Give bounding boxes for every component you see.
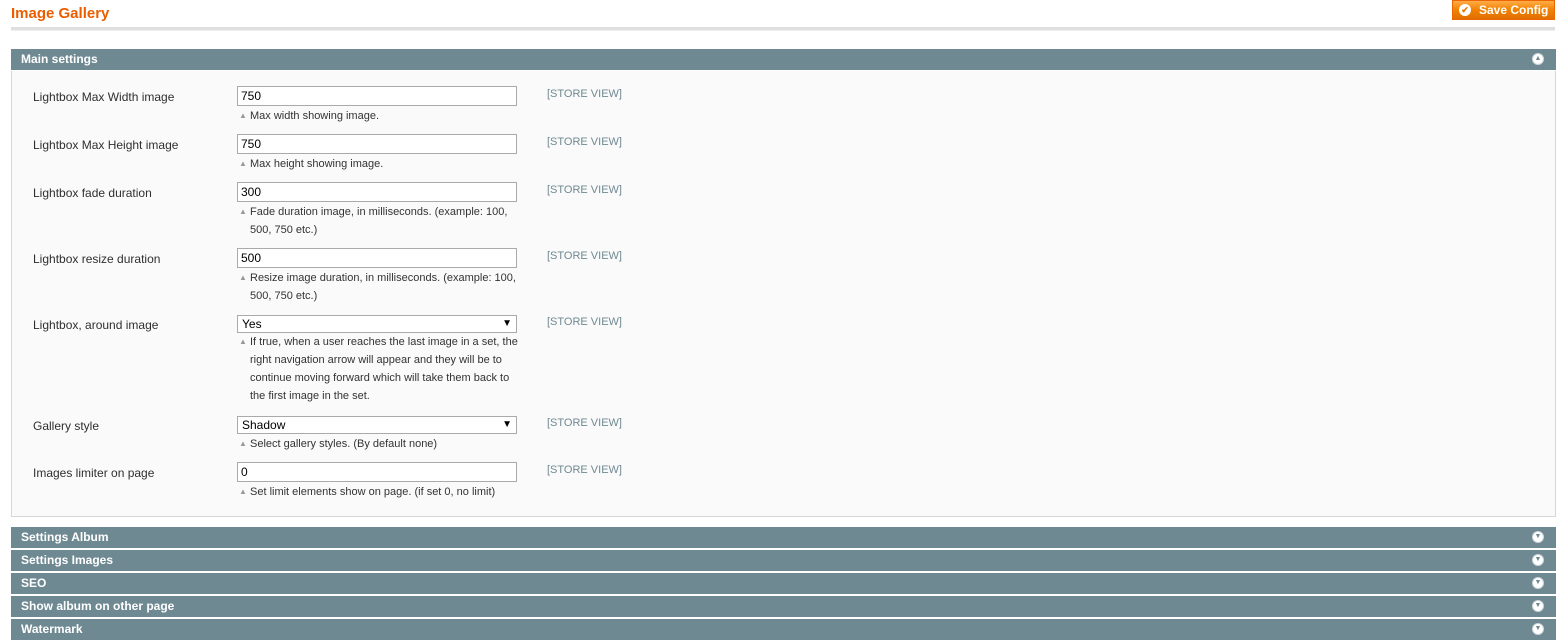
gallery-style-select[interactable]: Shadow ▼ (237, 416, 517, 434)
section-header-seo[interactable]: SEO ▼ (11, 573, 1556, 594)
section-title: Main settings (21, 52, 98, 66)
note-arrow-icon: ▲ (239, 439, 247, 448)
field-label: Lightbox resize duration (33, 252, 161, 266)
max-height-input[interactable]: 750 (237, 134, 517, 154)
section-header-main-settings[interactable]: Main settings ▲ (11, 49, 1556, 70)
save-config-button[interactable]: ✔ Save Config (1452, 0, 1555, 20)
field-note: ▲ If true, when a user reaches the last … (237, 333, 522, 405)
scope-label: [STORE VIEW] (547, 316, 622, 328)
field-note: ▲ Select gallery styles. (By default non… (237, 435, 522, 453)
field-note: ▲ Fade duration image, in milliseconds. … (237, 203, 522, 239)
note-arrow-icon: ▲ (239, 273, 247, 282)
page-title: Image Gallery (11, 5, 110, 22)
check-circle-icon: ✔ (1459, 4, 1471, 16)
header-divider (11, 27, 1555, 31)
section-title: SEO (21, 576, 47, 590)
field-note: ▲ Max width showing image. (237, 107, 522, 125)
note-arrow-icon: ▲ (239, 487, 247, 496)
chevron-down-icon[interactable]: ▼ (1532, 623, 1544, 635)
note-arrow-icon: ▲ (239, 207, 247, 216)
section-title: Settings Album (21, 530, 109, 544)
field-label: Images limiter on page (33, 466, 155, 480)
scope-label: [STORE VIEW] (547, 136, 622, 148)
field-label: Gallery style (33, 419, 100, 433)
scope-label: [STORE VIEW] (547, 417, 622, 429)
save-config-label: Save Config (1479, 3, 1549, 17)
section-header-settings-album[interactable]: Settings Album ▼ (11, 527, 1556, 548)
field-label: Lightbox Max Width image (33, 90, 175, 104)
section-title: Show album on other page (21, 599, 175, 613)
chevron-down-icon[interactable]: ▼ (1532, 600, 1544, 612)
dropdown-arrow-icon: ▼ (502, 318, 512, 329)
around-image-select[interactable]: Yes ▼ (237, 315, 517, 333)
max-width-input[interactable]: 750 (237, 86, 517, 106)
section-header-settings-images[interactable]: Settings Images ▼ (11, 550, 1556, 571)
field-label: Lightbox fade duration (33, 186, 152, 200)
dropdown-arrow-icon: ▼ (502, 419, 512, 430)
scope-label: [STORE VIEW] (547, 250, 622, 262)
note-arrow-icon: ▲ (239, 337, 247, 346)
scope-label: [STORE VIEW] (547, 464, 622, 476)
section-title: Watermark (21, 622, 83, 636)
section-header-watermark[interactable]: Watermark ▼ (11, 619, 1556, 640)
chevron-down-icon[interactable]: ▼ (1532, 531, 1544, 543)
chevron-down-icon[interactable]: ▼ (1532, 577, 1544, 589)
page-header: Image Gallery ✔ Save Config (0, 0, 1565, 31)
field-label: Lightbox, around image (33, 318, 159, 332)
chevron-down-icon[interactable]: ▼ (1532, 554, 1544, 566)
fade-duration-input[interactable]: 300 (237, 182, 517, 202)
scope-label: [STORE VIEW] (547, 184, 622, 196)
main-settings-fieldset: Lightbox Max Width image 750 [STORE VIEW… (11, 71, 1556, 517)
section-header-show-album[interactable]: Show album on other page ▼ (11, 596, 1556, 617)
field-label: Lightbox Max Height image (33, 138, 179, 152)
scope-label: [STORE VIEW] (547, 88, 622, 100)
chevron-up-icon[interactable]: ▲ (1532, 53, 1544, 65)
field-note: ▲ Resize image duration, in milliseconds… (237, 269, 522, 305)
resize-duration-input[interactable]: 500 (237, 248, 517, 268)
note-arrow-icon: ▲ (239, 111, 247, 120)
field-note: ▲ Max height showing image. (237, 155, 522, 173)
images-limiter-input[interactable]: 0 (237, 462, 517, 482)
field-note: ▲ Set limit elements show on page. (if s… (237, 483, 522, 501)
note-arrow-icon: ▲ (239, 159, 247, 168)
section-title: Settings Images (21, 553, 114, 567)
